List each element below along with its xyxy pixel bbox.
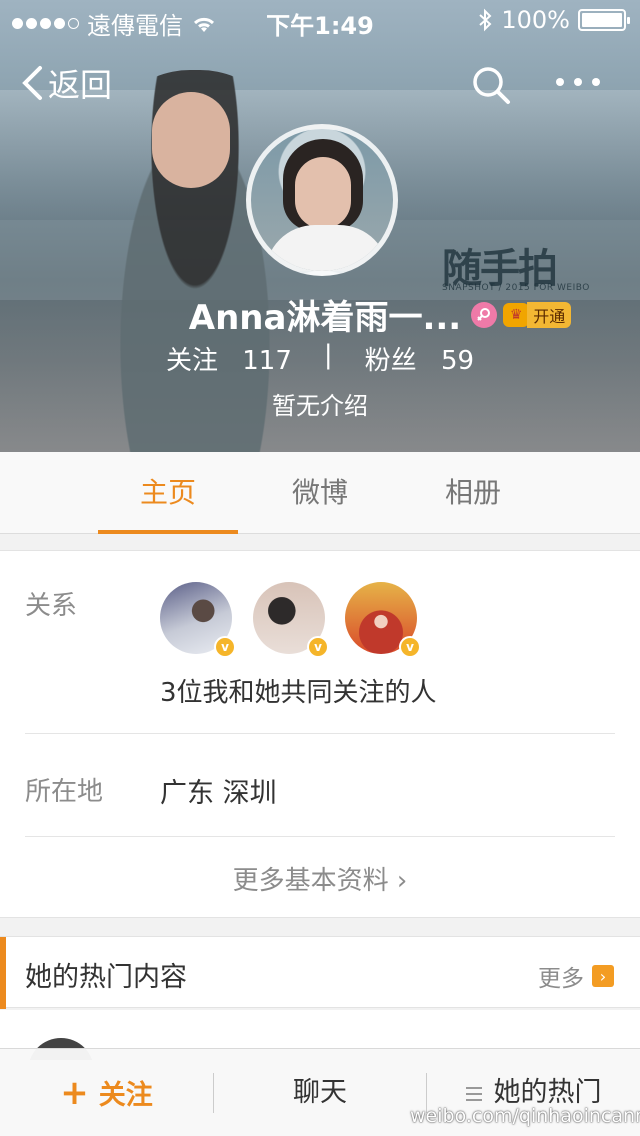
back-button[interactable]: 返回 — [20, 60, 112, 106]
mutual-follow-avatar[interactable]: v — [253, 582, 329, 658]
menu-icon — [465, 1083, 482, 1105]
back-label: 返回 — [48, 66, 113, 104]
follow-button[interactable]: + 关注 — [0, 1049, 213, 1136]
crown-icon: ♛ — [503, 302, 530, 327]
divider — [25, 836, 615, 837]
female-gender-icon — [471, 301, 498, 328]
status-right: 100% — [477, 6, 630, 34]
followers-count: 59 — [440, 346, 475, 376]
vip-open-label: 开通 — [527, 301, 572, 328]
relation-label: 关系 — [25, 591, 78, 621]
mutual-follow-text[interactable]: 3位我和她共同关注的人 — [160, 672, 437, 709]
more-label: 更多 — [538, 966, 584, 992]
avatar-shirt — [265, 225, 389, 271]
chevron-right-icon: › — [592, 965, 614, 987]
mutual-follow-avatar[interactable]: v — [345, 582, 421, 658]
location-value: 广东 深圳 — [160, 778, 277, 809]
tab-weibo[interactable]: 微博 — [250, 452, 390, 534]
hot-content-more-button[interactable]: 更多 › — [538, 959, 614, 993]
battery-icon — [578, 9, 630, 31]
profile-stats: 关注 117 | 粉丝 59 — [0, 340, 640, 377]
more-options-button[interactable] — [556, 78, 600, 86]
profile-name: Anna淋着雨一... — [188, 298, 462, 338]
profile-bio: 暂无介绍 — [272, 392, 368, 420]
battery-percentage: 100% — [501, 6, 570, 34]
stats-separator: | — [323, 340, 333, 370]
verified-icon: v — [307, 636, 329, 658]
section-accent-bar — [0, 937, 6, 1009]
chat-label: 聊天 — [293, 1077, 347, 1108]
follow-label: 关注 — [98, 1080, 153, 1111]
weibo-watermark-url: weibo.com/qinhaoincannes — [410, 1105, 640, 1127]
mutual-follow-avatar[interactable]: v — [160, 582, 236, 658]
following-stat[interactable]: 关注 117 — [166, 340, 292, 377]
hot-content-section: 她的热门内容 更多 › — [0, 936, 640, 1009]
following-count: 117 — [242, 346, 292, 376]
followers-label: 粉丝 — [364, 346, 417, 376]
verified-icon: v — [214, 636, 236, 658]
plus-icon: + — [60, 1073, 89, 1113]
following-label: 关注 — [165, 346, 218, 376]
more-dot-icon — [574, 78, 582, 86]
tab-album[interactable]: 相册 — [403, 452, 543, 534]
chat-button[interactable]: 聊天 — [214, 1049, 426, 1136]
avatar-face — [295, 157, 351, 229]
tab-home[interactable]: 主页 — [98, 452, 238, 534]
profile-tabs: 主页 微博 相册 — [0, 452, 640, 534]
followers-stat[interactable]: 粉丝 59 — [365, 340, 474, 377]
location-label: 所在地 — [25, 777, 104, 807]
hot-content-title: 她的热门内容 — [25, 962, 187, 993]
her-hot-label: 她的热门 — [493, 1077, 602, 1108]
more-basic-info-link[interactable]: 更多基本资料 › — [0, 860, 640, 897]
bluetooth-icon — [479, 8, 492, 32]
more-dot-icon — [592, 78, 600, 86]
chevron-left-icon — [22, 66, 42, 100]
search-button[interactable] — [470, 64, 512, 110]
profile-name-row: Anna淋着雨一... ♛ 开通 — [0, 290, 640, 339]
vip-open-button[interactable]: ♛ 开通 — [503, 301, 572, 328]
status-bar: 遠傳電信 下午1:49 100% — [0, 0, 640, 40]
profile-screen: 随手拍 SNAPSHOT / 2015 FOR WEIBO 遠傳電信 下午1:4… — [0, 0, 640, 1136]
divider — [25, 733, 615, 734]
profile-avatar[interactable] — [246, 124, 398, 276]
search-icon — [473, 67, 510, 104]
verified-icon: v — [399, 636, 421, 658]
cover-photo-face — [152, 92, 230, 188]
more-dot-icon — [556, 78, 564, 86]
